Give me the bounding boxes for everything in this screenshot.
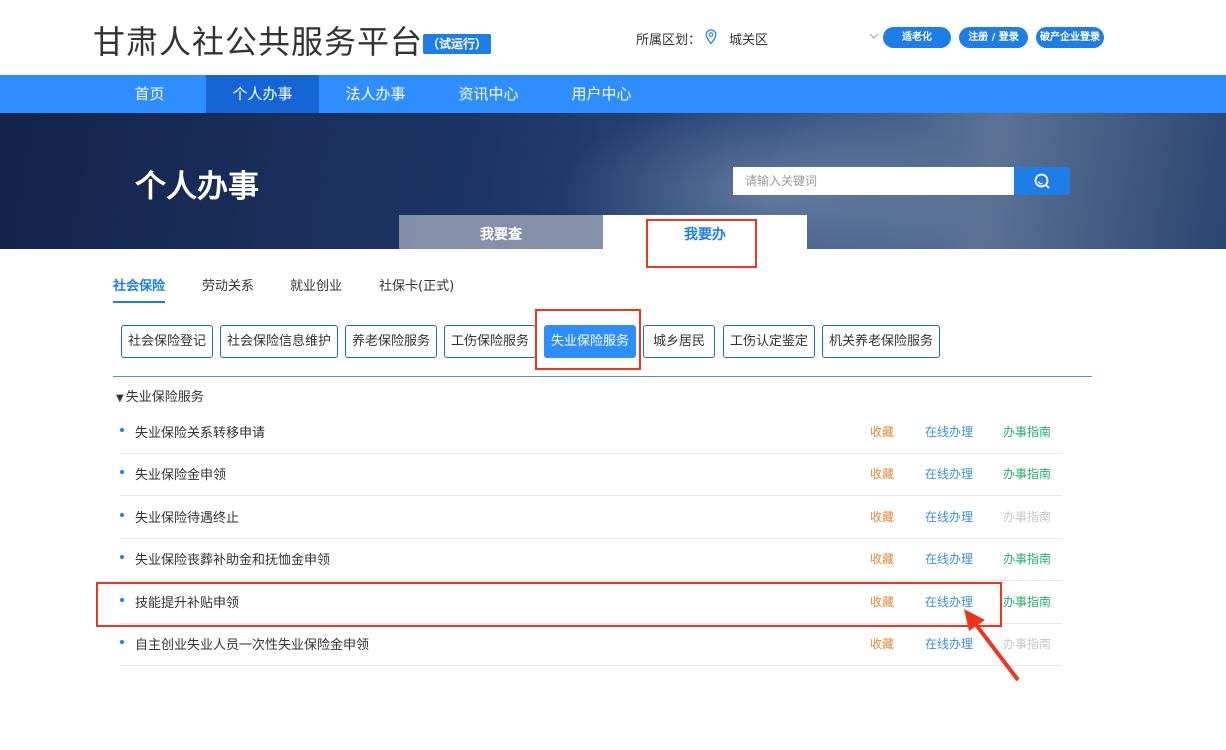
- service-row: 失业保险金申领 收藏 在线办理 办事指南: [120, 453, 1062, 496]
- main-nav: 首页 个人办事 法人办事 资讯中心 用户中心: [0, 75, 1226, 113]
- category-social-card[interactable]: 社保卡(正式): [379, 275, 454, 294]
- subcategory-urban-rural[interactable]: 城乡居民: [643, 325, 715, 358]
- section-title: 失业保险服务: [125, 390, 204, 405]
- divider: [113, 376, 1092, 377]
- online-handle-link[interactable]: 在线办理: [925, 465, 973, 482]
- banner: 个人办事 我要查 我要办: [0, 113, 1226, 249]
- favorite-link[interactable]: 收藏: [870, 423, 894, 440]
- service-name: 失业保险金申领: [135, 468, 227, 483]
- site-title: 甘肃人社公共服务平台: [93, 23, 424, 61]
- guide-link[interactable]: 办事指南: [1003, 465, 1051, 482]
- service-name: 失业保险丧葬补助金和抚恤金申领: [135, 553, 331, 568]
- page-title: 个人办事: [135, 169, 259, 205]
- tab-query[interactable]: 我要查: [399, 215, 603, 249]
- bullet-icon: [120, 640, 124, 644]
- search-icon: [1034, 173, 1050, 189]
- location-pin-icon: [705, 29, 717, 45]
- search-input[interactable]: [733, 167, 1014, 195]
- subcategory-institution-pension[interactable]: 机关养老保险服务: [822, 325, 940, 358]
- chevron-down-icon[interactable]: [868, 31, 880, 41]
- nav-item-user-center[interactable]: 用户中心: [545, 75, 658, 113]
- caret-down-icon: ▼: [116, 393, 124, 404]
- nav-item-home[interactable]: 首页: [93, 75, 206, 113]
- favorite-link[interactable]: 收藏: [870, 508, 894, 525]
- highlight-box: [96, 582, 1002, 627]
- nav-item-personal[interactable]: 个人办事: [206, 75, 319, 113]
- service-row: 失业保险关系转移申请 收藏 在线办理 办事指南: [120, 411, 1062, 454]
- service-row: 自主创业失业人员一次性失业保险金申领 收藏 在线办理 办事指南: [120, 623, 1062, 666]
- category-employment[interactable]: 就业创业: [290, 275, 342, 294]
- register-login-button[interactable]: 注册 / 登录: [959, 27, 1028, 48]
- guide-link[interactable]: 办事指南: [1003, 550, 1051, 567]
- service-name: 自主创业失业人员一次性失业保险金申领: [135, 638, 370, 653]
- bullet-icon: [120, 470, 124, 474]
- subcategory-injury-assessment[interactable]: 工伤认定鉴定: [723, 325, 815, 358]
- region-select[interactable]: 城关区: [729, 29, 768, 48]
- category-labor-relations[interactable]: 劳动关系: [202, 275, 254, 294]
- nav-item-corporate[interactable]: 法人办事: [319, 75, 432, 113]
- bullet-icon: [120, 513, 124, 517]
- subcategory-pension[interactable]: 养老保险服务: [345, 325, 437, 358]
- search-button[interactable]: [1014, 167, 1070, 195]
- highlight-box: [646, 219, 757, 268]
- subcategory-work-injury[interactable]: 工伤保险服务: [444, 325, 536, 358]
- trial-badge: （试运行）: [423, 34, 491, 54]
- service-name: 失业保险待遇终止: [135, 511, 240, 526]
- service-row: 失业保险待遇终止 收藏 在线办理 办事指南: [120, 496, 1062, 539]
- service-name: 失业保险关系转移申请: [135, 426, 266, 441]
- elder-mode-button[interactable]: 适老化: [883, 27, 951, 48]
- section-toggle[interactable]: ▼ 失业保险服务: [116, 386, 204, 405]
- online-handle-link[interactable]: 在线办理: [925, 423, 973, 440]
- nav-item-news[interactable]: 资讯中心: [432, 75, 545, 113]
- guide-link: 办事指南: [1003, 510, 1052, 524]
- service-row: 失业保险丧葬补助金和抚恤金申领 收藏 在线办理 办事指南: [120, 538, 1062, 581]
- bullet-icon: [120, 555, 124, 559]
- bullet-icon: [120, 428, 124, 432]
- arrow-icon: [964, 609, 1020, 682]
- online-handle-link[interactable]: 在线办理: [925, 550, 973, 567]
- subcategory-registration[interactable]: 社会保险登记: [121, 325, 213, 358]
- online-handle-link[interactable]: 在线办理: [925, 508, 973, 525]
- favorite-link[interactable]: 收藏: [870, 635, 894, 652]
- favorite-link[interactable]: 收藏: [870, 550, 894, 567]
- guide-link[interactable]: 办事指南: [1003, 423, 1051, 440]
- favorite-link[interactable]: 收藏: [870, 465, 894, 482]
- subcategory-info-maintenance[interactable]: 社会保险信息维护: [220, 325, 338, 358]
- bankrupt-corp-login-button[interactable]: 破产企业登录: [1036, 27, 1104, 48]
- region-label: 所属区划：: [636, 33, 702, 48]
- category-social-insurance[interactable]: 社会保险: [113, 275, 166, 303]
- highlight-box: [535, 309, 641, 370]
